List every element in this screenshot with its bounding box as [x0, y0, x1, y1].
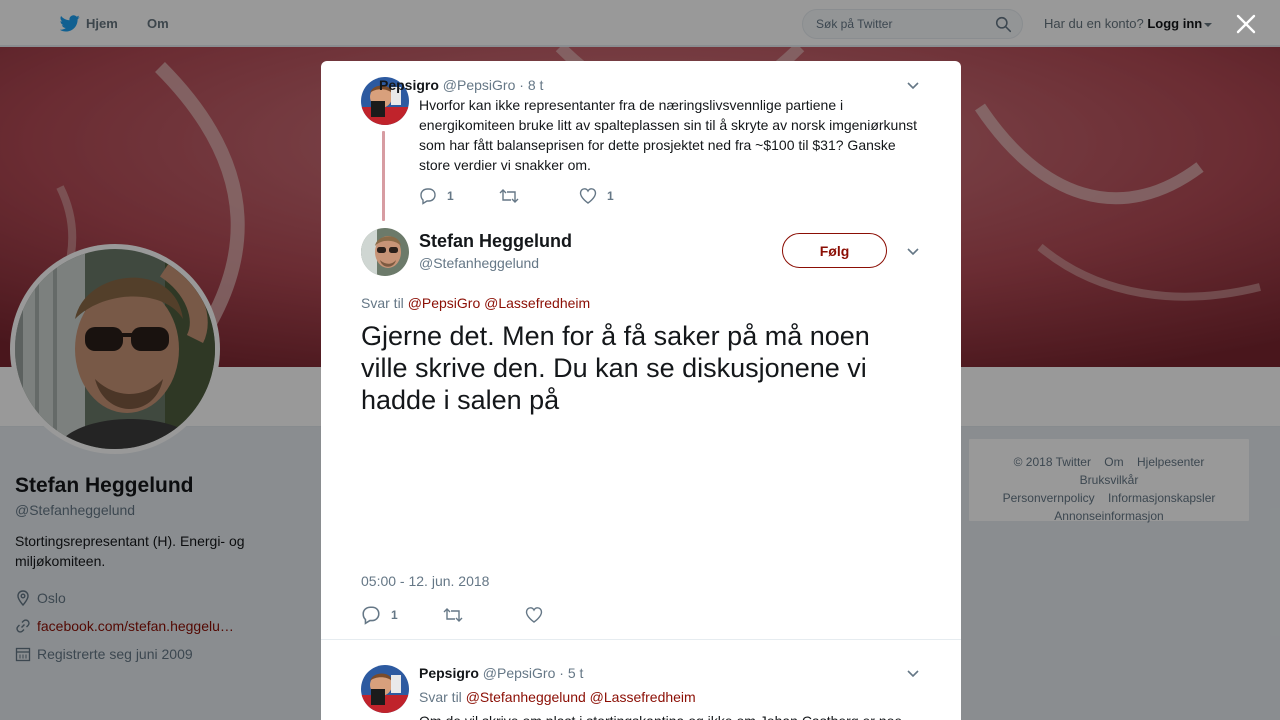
reply-tweet-avatar[interactable] [361, 665, 409, 713]
parent-tweet-name[interactable]: Pepsigro [379, 77, 439, 93]
main-tweet-name[interactable]: Stefan Heggelund [419, 231, 572, 252]
reply-to-prefix: Svar til [361, 295, 404, 311]
parent-tweet-header: Pepsigro @PepsiGro · 8 t [379, 77, 543, 93]
parent-retweet-button[interactable] [499, 187, 579, 205]
reply-tweet-handle[interactable]: @PepsiGro [483, 665, 556, 681]
chevron-down-icon[interactable] [905, 243, 921, 259]
main-like-button[interactable] [525, 606, 553, 624]
reply-tweet-time[interactable]: · 5 t [559, 665, 583, 681]
reply-tweet-reply-to: Svar til @Stefanheggelund @Lassefredheim [419, 689, 696, 705]
heart-icon [525, 607, 543, 623]
close-icon[interactable] [1234, 12, 1258, 36]
chevron-down-icon[interactable] [905, 665, 921, 681]
parent-like-button[interactable]: 1 [579, 187, 614, 205]
main-tweet-timestamp[interactable]: 05:00 - 12. jun. 2018 [361, 573, 489, 589]
main-reply-button[interactable]: 1 [361, 605, 443, 625]
main-tweet-reply-to: Svar til @PepsiGro @Lassefredheim [361, 295, 590, 311]
parent-tweet-text: Hvorfor kan ikke representanter fra de n… [419, 97, 917, 173]
reply-tweet-text: Om de vil skrive om plast i stortingskan… [419, 711, 919, 720]
main-tweet-avatar[interactable] [361, 228, 409, 276]
main-tweet-handle[interactable]: @Stefanheggelund [419, 255, 539, 271]
parent-tweet-actions: 1 1 [419, 187, 614, 205]
reply-to-mentions[interactable]: @PepsiGro @Lassefredheim [408, 295, 591, 311]
tweet-permalink-modal: Pepsigro @PepsiGro · 8 t Hvorfor kan ikk… [321, 61, 961, 720]
reply-tweet-reply-prefix: Svar til [419, 689, 462, 705]
main-tweet-actions: 1 [361, 605, 553, 625]
divider [321, 639, 961, 640]
main-retweet-button[interactable] [443, 606, 525, 624]
heart-icon [579, 188, 597, 204]
reply-icon [362, 606, 380, 625]
parent-like-count: 1 [607, 189, 614, 203]
parent-reply-count: 1 [447, 189, 454, 203]
parent-tweet-time[interactable]: · 8 t [519, 77, 543, 93]
main-reply-count: 1 [391, 608, 398, 622]
reply-tweet-name[interactable]: Pepsigro [419, 665, 479, 681]
retweet-icon [443, 608, 463, 622]
parent-reply-button[interactable]: 1 [419, 187, 499, 205]
reply-tweet-header: Pepsigro @PepsiGro · 5 t [419, 665, 583, 681]
retweet-icon [499, 189, 519, 203]
main-tweet-text: Gjerne det. Men for å få saker på må noe… [361, 321, 870, 415]
reply-icon [420, 188, 436, 205]
follow-button[interactable]: Følg [782, 233, 887, 268]
chevron-down-icon[interactable] [905, 77, 921, 93]
parent-tweet-handle[interactable]: @PepsiGro [443, 77, 516, 93]
thread-connector-line [382, 131, 385, 221]
reply-tweet-mentions[interactable]: @Stefanheggelund @Lassefredheim [466, 689, 696, 705]
